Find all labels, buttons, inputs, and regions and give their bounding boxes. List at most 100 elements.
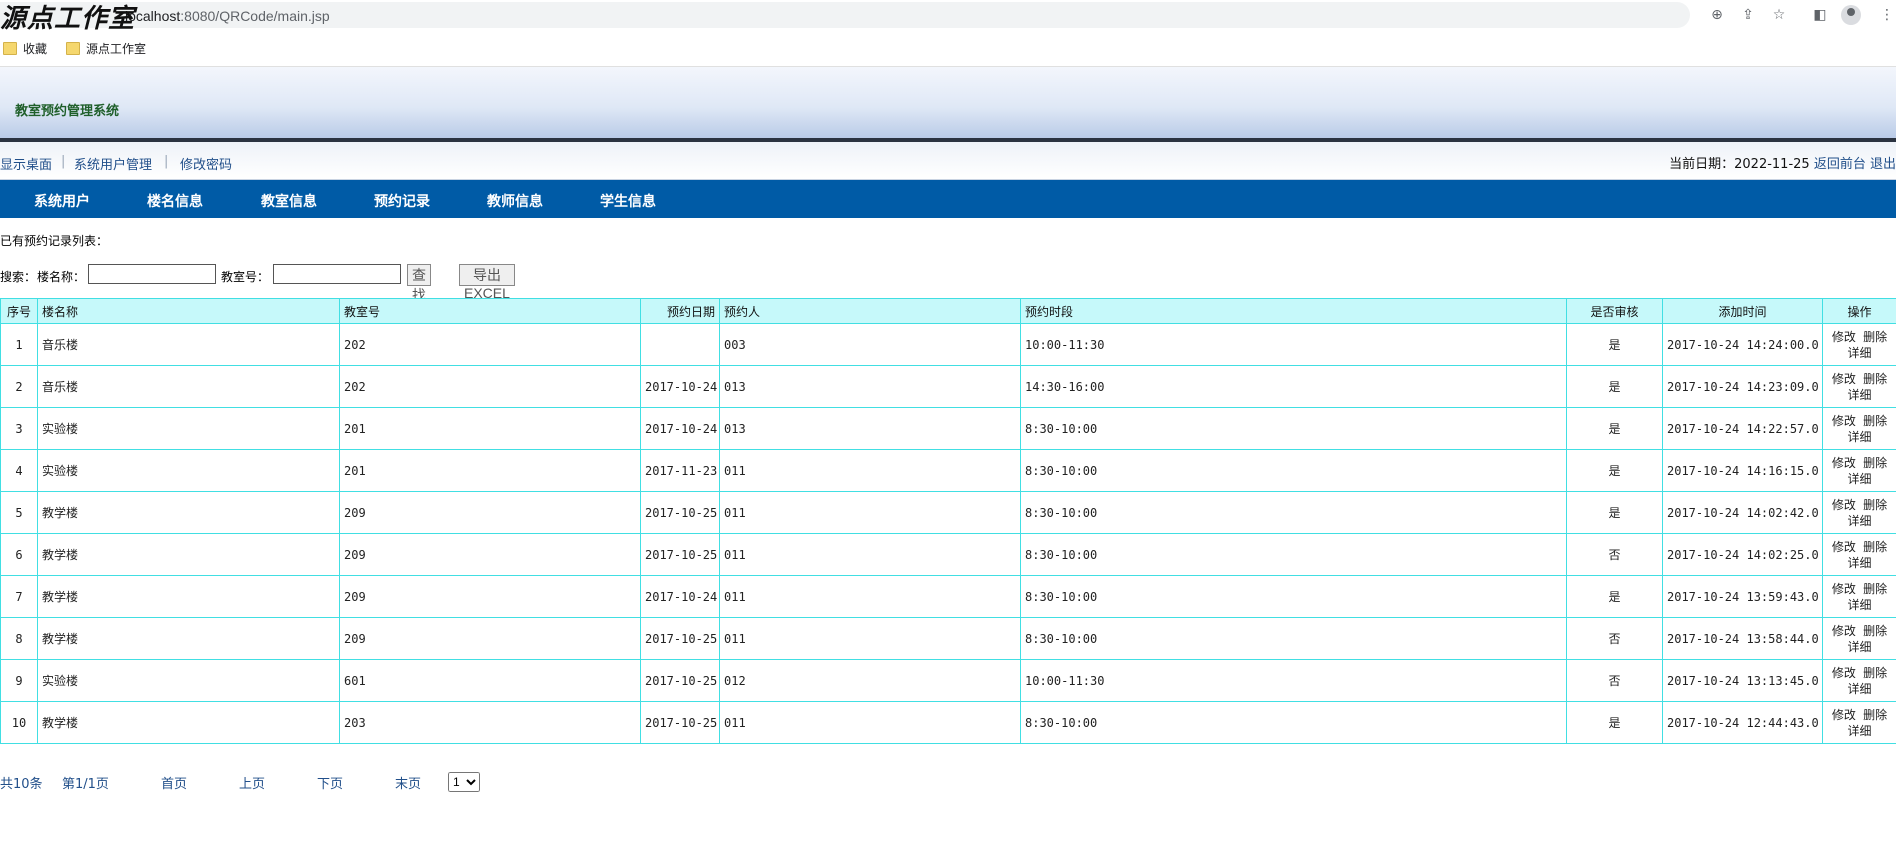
cell-approved: 是 <box>1566 407 1663 450</box>
logout-link[interactable]: 退出 <box>1870 157 1896 172</box>
nav-student-info[interactable]: 学生信息 <box>600 191 656 211</box>
cell-person: 011 <box>719 533 1021 576</box>
cell-building: 教学楼 <box>37 533 340 576</box>
delete-link[interactable]: 删除 <box>1863 414 1887 428</box>
cell-date: 2017-10-25 <box>640 491 720 534</box>
edit-link[interactable]: 修改 <box>1832 582 1856 596</box>
change-password-link[interactable]: 修改密码 <box>180 154 232 173</box>
edit-link[interactable]: 修改 <box>1832 624 1856 638</box>
cell-actions: 修改 删除详细 <box>1822 533 1896 576</box>
col-header-person: 预约人 <box>719 298 1021 324</box>
cell-person: 012 <box>719 659 1021 702</box>
page-select[interactable]: 1 <box>448 772 480 792</box>
cell-no: 6 <box>0 533 38 576</box>
detail-link[interactable]: 详细 <box>1847 640 1871 654</box>
cell-date: 2017-10-25 <box>640 659 720 702</box>
building-input[interactable] <box>88 264 216 284</box>
edit-link[interactable]: 修改 <box>1832 498 1856 512</box>
nav-classroom-info[interactable]: 教室信息 <box>261 191 317 211</box>
share-icon[interactable]: ⇪ <box>1739 6 1757 24</box>
delete-link[interactable]: 删除 <box>1863 708 1887 722</box>
url-text[interactable]: localhost:8080/QRCode/main.jsp <box>125 8 330 24</box>
show-desktop-link[interactable]: 显示桌面 <box>0 154 52 173</box>
pager-next-link[interactable]: 下页 <box>317 773 343 792</box>
cell-no: 4 <box>0 449 38 492</box>
col-header-approved: 是否审核 <box>1566 298 1663 324</box>
cell-actions: 修改 删除详细 <box>1822 617 1896 660</box>
delete-link[interactable]: 删除 <box>1863 498 1887 512</box>
cell-room: 203 <box>339 701 641 744</box>
date-info: 当前日期：2022-11-25 返回前台 退出 <box>1669 153 1896 172</box>
edit-link[interactable]: 修改 <box>1832 372 1856 386</box>
more-icon[interactable]: ⋮ <box>1878 6 1896 24</box>
delete-link[interactable]: 删除 <box>1863 372 1887 386</box>
delete-link[interactable]: 删除 <box>1863 330 1887 344</box>
delete-link[interactable]: 删除 <box>1863 456 1887 470</box>
detail-link[interactable]: 详细 <box>1847 430 1871 444</box>
detail-link[interactable]: 详细 <box>1847 724 1871 738</box>
cell-approved: 是 <box>1566 449 1663 492</box>
delete-link[interactable]: 删除 <box>1863 582 1887 596</box>
zoom-icon[interactable]: ⊕ <box>1708 6 1726 24</box>
cell-date <box>640 323 720 366</box>
table-row: 8 教学楼 209 2017-10-25 011 8:30-10:00 否 20… <box>0 617 1896 660</box>
detail-link[interactable]: 详细 <box>1847 346 1871 360</box>
detail-link[interactable]: 详细 <box>1847 682 1871 696</box>
edit-link[interactable]: 修改 <box>1832 414 1856 428</box>
user-management-link[interactable]: 系统用户管理 <box>74 154 152 173</box>
export-excel-button[interactable]: 导出EXCEL <box>459 264 515 301</box>
profile-icon[interactable] <box>1841 5 1861 25</box>
bookmark-favorites[interactable]: 收藏 <box>3 40 47 57</box>
cell-slot: 8:30-10:00 <box>1020 701 1567 744</box>
pager-last-link[interactable]: 末页 <box>395 773 421 792</box>
cell-date: 2017-10-25 <box>640 617 720 660</box>
nav-reservation-records[interactable]: 预约记录 <box>374 191 430 211</box>
sidebar-icon[interactable]: ◧ <box>1811 6 1829 24</box>
detail-link[interactable]: 详细 <box>1847 514 1871 528</box>
nav-building-info[interactable]: 楼名信息 <box>147 191 203 211</box>
bookmark-studio[interactable]: 源点工作室 <box>66 40 146 57</box>
delete-link[interactable]: 删除 <box>1863 540 1887 554</box>
watermark: 源点工作室 <box>0 4 136 34</box>
cell-slot: 8:30-10:00 <box>1020 533 1567 576</box>
cell-actions: 修改 删除详细 <box>1822 491 1896 534</box>
edit-link[interactable]: 修改 <box>1832 708 1856 722</box>
cell-actions: 修改 删除详细 <box>1822 659 1896 702</box>
star-icon[interactable]: ☆ <box>1770 6 1788 24</box>
back-frontend-link[interactable]: 返回前台 <box>1814 157 1866 172</box>
nav-teacher-info[interactable]: 教师信息 <box>487 191 543 211</box>
pager-prev-link[interactable]: 上页 <box>239 773 265 792</box>
detail-link[interactable]: 详细 <box>1847 388 1871 402</box>
cell-slot: 8:30-10:00 <box>1020 491 1567 534</box>
cell-approved: 是 <box>1566 575 1663 618</box>
address-bar[interactable]: localhost:8080/QRCode/main.jsp <box>0 2 1690 28</box>
room-label: 教室号： <box>221 270 270 284</box>
table-body: 1 音乐楼 202 003 10:00-11:30 是 2017-10-24 1… <box>0 323 1896 744</box>
cell-slot: 8:30-10:00 <box>1020 407 1567 450</box>
nav-system-users[interactable]: 系统用户 <box>34 191 90 211</box>
delete-link[interactable]: 删除 <box>1863 624 1887 638</box>
find-button[interactable]: 查找 <box>407 264 431 303</box>
cell-building: 实验楼 <box>37 407 340 450</box>
edit-link[interactable]: 修改 <box>1832 330 1856 344</box>
detail-link[interactable]: 详细 <box>1847 556 1871 570</box>
detail-link[interactable]: 详细 <box>1847 598 1871 612</box>
edit-link[interactable]: 修改 <box>1832 666 1856 680</box>
cell-room: 209 <box>339 575 641 618</box>
col-header-no: 序号 <box>0 298 38 324</box>
detail-link[interactable]: 详细 <box>1847 472 1871 486</box>
cell-approved: 否 <box>1566 617 1663 660</box>
edit-link[interactable]: 修改 <box>1832 540 1856 554</box>
pager-first-link[interactable]: 首页 <box>161 773 187 792</box>
browser-toolbar: localhost:8080/QRCode/main.jsp 源点工作室 ⊕ ⇪… <box>0 0 1896 34</box>
cell-no: 9 <box>0 659 38 702</box>
cell-added: 2017-10-24 12:44:43.0 <box>1662 701 1823 744</box>
cell-actions: 修改 删除详细 <box>1822 365 1896 408</box>
table-row: 7 教学楼 209 2017-10-24 011 8:30-10:00 是 20… <box>0 575 1896 618</box>
cell-no: 5 <box>0 491 38 534</box>
room-input[interactable] <box>273 264 401 284</box>
edit-link[interactable]: 修改 <box>1832 456 1856 470</box>
delete-link[interactable]: 删除 <box>1863 666 1887 680</box>
pager-page: 第1/1页 <box>62 777 109 792</box>
reservation-table: 序号 楼名称 教室号 预约日期 预约人 预约时段 是否审核 添加时间 操作 1 … <box>0 298 1896 744</box>
